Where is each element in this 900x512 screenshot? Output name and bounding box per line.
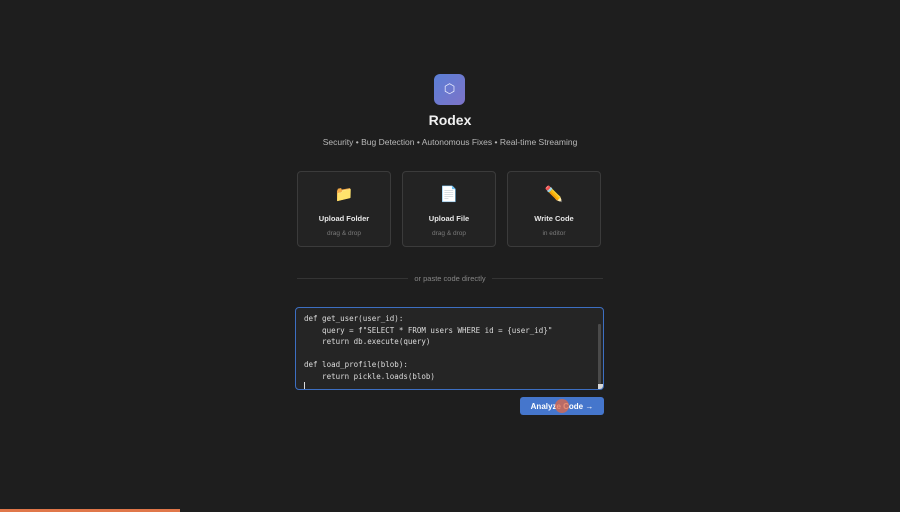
divider-text: or paste code directly <box>414 273 486 283</box>
page: ⬡ Rodex Security • Bug Detection • Auton… <box>0 0 900 512</box>
card-title: Upload File <box>428 214 470 223</box>
upload-file-card[interactable]: 📄 Upload File drag & drop <box>402 171 496 247</box>
card-subtitle: drag & drop <box>432 230 466 237</box>
write-code-card[interactable]: ✏️ Write Code in editor <box>507 171 601 247</box>
app-tagline: Security • Bug Detection • Autonomous Fi… <box>322 137 578 147</box>
card-title: Upload Folder <box>318 214 370 223</box>
card-title: Write Code <box>534 214 574 223</box>
or-divider: or paste code directly <box>297 273 604 283</box>
editor-scrollbar[interactable] <box>598 324 601 384</box>
card-subtitle: in editor <box>542 230 566 237</box>
pencil-icon: ✏️ <box>544 185 564 203</box>
folder-icon: 📁 <box>334 185 354 203</box>
app-title: Rodex <box>428 112 472 128</box>
mouse-cursor-indicator <box>555 399 569 413</box>
card-subtitle: drag & drop <box>327 230 361 237</box>
code-textarea[interactable]: def get_user(user_id): query = f"SELECT … <box>304 313 552 382</box>
app-logo: ⬡ <box>434 74 465 105</box>
divider-line-left <box>297 277 409 279</box>
text-caret <box>304 382 305 389</box>
file-icon: 📄 <box>439 185 459 203</box>
upload-folder-card[interactable]: 📁 Upload Folder drag & drop <box>297 171 391 247</box>
divider-line-right <box>491 277 604 279</box>
resize-handle[interactable] <box>598 384 603 389</box>
upload-options: 📁 Upload Folder drag & drop 📄 Upload Fil… <box>297 171 603 249</box>
hexagon-icon: ⬡ <box>443 82 456 97</box>
code-editor[interactable]: def get_user(user_id): query = f"SELECT … <box>295 307 604 390</box>
